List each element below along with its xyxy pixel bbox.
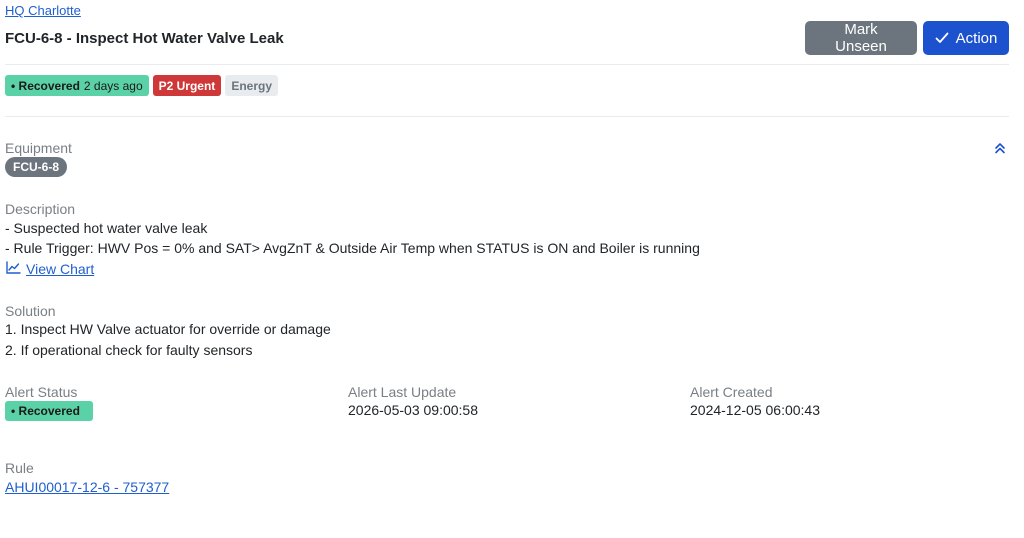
- alert-last-update-value: 2026-05-03 09:00:58: [348, 402, 478, 418]
- description-line: - Suspected hot water valve leak: [5, 220, 208, 236]
- header-actions: Mark Unseen Action: [805, 21, 1009, 55]
- check-icon: [935, 32, 949, 44]
- equipment-label: Equipment: [5, 140, 72, 156]
- description-label: Description: [5, 201, 76, 217]
- equipment-pill[interactable]: FCU-6-8: [5, 157, 68, 177]
- site-link[interactable]: HQ Charlotte: [5, 3, 81, 18]
- alert-last-update-label: Alert Last Update: [348, 384, 457, 400]
- solution-line: 2. If operational check for faulty senso…: [5, 342, 253, 358]
- alert-detail-page: HQ Charlotte FCU-6-8 - Inspect Hot Water…: [0, 0, 1024, 538]
- mark-unseen-label: Mark Unseen: [835, 21, 887, 55]
- badge-row: • Recovered 2 days ago P2 Urgent Energy: [5, 75, 278, 96]
- action-button[interactable]: Action: [923, 21, 1009, 55]
- rule-link[interactable]: AHUI00017-12-6 - 757377: [5, 479, 169, 495]
- mark-unseen-button[interactable]: Mark Unseen: [805, 21, 917, 55]
- view-chart-label: View Chart: [26, 261, 95, 277]
- view-chart-link[interactable]: View Chart: [6, 261, 94, 277]
- alert-created-label: Alert Created: [690, 384, 773, 400]
- header-divider: [5, 64, 1009, 65]
- badges-divider: [5, 116, 1009, 117]
- recovered-badge: • Recovered 2 days ago: [5, 75, 149, 96]
- recovered-badge-time: 2 days ago: [83, 78, 143, 93]
- category-badge: Energy: [225, 75, 278, 96]
- priority-badge: P2 Urgent: [152, 75, 222, 96]
- recovered-badge-label: • Recovered: [11, 78, 80, 93]
- chevron-double-up-icon[interactable]: [993, 141, 1007, 155]
- alert-title: FCU-6-8 - Inspect Hot Water Valve Leak: [5, 30, 284, 47]
- action-label: Action: [955, 29, 998, 47]
- solution-line: 1. Inspect HW Valve actuator for overrid…: [5, 321, 331, 337]
- solution-label: Solution: [5, 303, 56, 319]
- description-line: - Rule Trigger: HWV Pos = 0% and SAT> Av…: [5, 240, 700, 256]
- alert-status-label: Alert Status: [5, 384, 78, 400]
- rule-label: Rule: [5, 460, 34, 476]
- alert-status-badge: • Recovered: [5, 401, 93, 421]
- alert-created-value: 2024-12-05 06:00:43: [690, 402, 820, 418]
- line-chart-icon: [6, 261, 21, 277]
